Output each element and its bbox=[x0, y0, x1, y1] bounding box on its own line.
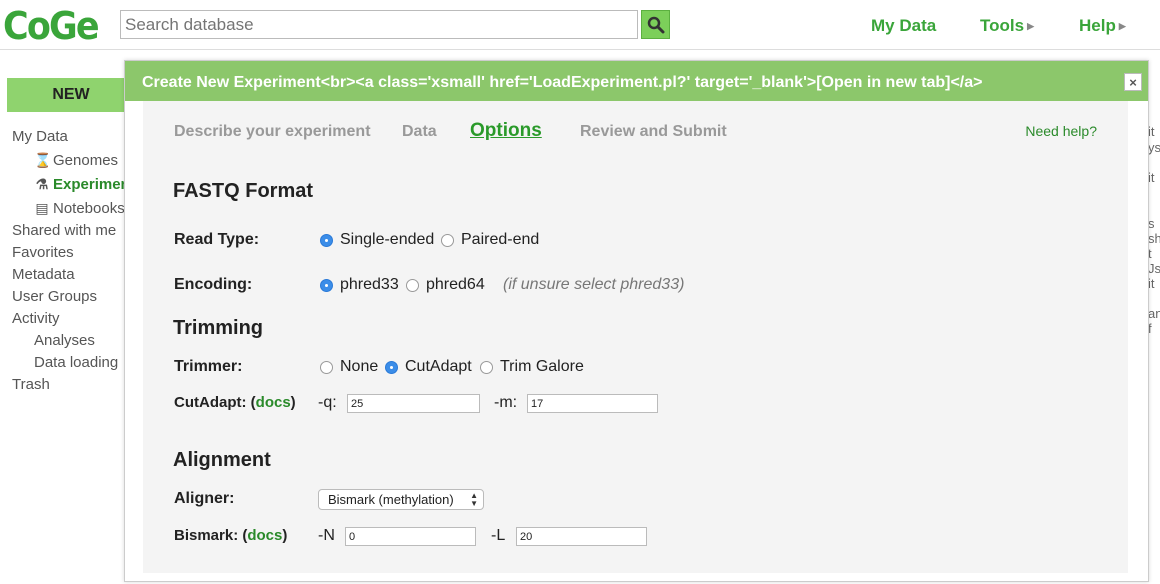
notebook-icon: ▤ bbox=[35, 200, 49, 216]
sidebar-item-notebooks[interactable]: ▤ Notebooks bbox=[34, 200, 124, 217]
paired-end-radio[interactable] bbox=[441, 233, 454, 247]
read-type-label: Read Type: bbox=[174, 231, 260, 248]
q-input[interactable] bbox=[347, 394, 480, 413]
l-input[interactable] bbox=[516, 527, 647, 546]
search-icon bbox=[647, 16, 664, 33]
caret-right-icon: ▶ bbox=[1118, 21, 1126, 31]
aligner-select[interactable]: Bismark (methylation) ▲ ▼ bbox=[318, 489, 484, 510]
phred33-radio[interactable] bbox=[320, 278, 333, 292]
sidebar-item-shared[interactable]: Shared with me bbox=[12, 222, 116, 239]
single-ended-radio[interactable] bbox=[320, 233, 333, 247]
trimmer-none-option[interactable]: None bbox=[320, 358, 378, 376]
alignment-heading: Alignment bbox=[173, 449, 271, 471]
flask-icon: ⚗ bbox=[35, 176, 49, 192]
sidebar-item-data-loading[interactable]: Data loading bbox=[34, 354, 118, 371]
bismark-docs-link[interactable]: docs bbox=[247, 527, 282, 544]
cutadapt-radio[interactable] bbox=[385, 360, 398, 374]
sidebar-item-favorites[interactable]: Favorites bbox=[12, 244, 74, 261]
background-text: Js bbox=[1148, 261, 1160, 276]
m-input[interactable] bbox=[527, 394, 658, 413]
tab-data[interactable]: Data bbox=[402, 123, 437, 141]
encoding-label: Encoding: bbox=[174, 276, 253, 293]
l-label: -L bbox=[491, 527, 506, 544]
encoding-phred33-option[interactable]: phred33 bbox=[320, 276, 399, 294]
need-help-link[interactable]: Need help? bbox=[1025, 123, 1097, 139]
none-radio[interactable] bbox=[320, 360, 333, 374]
sidebar-item-my-data[interactable]: My Data bbox=[12, 128, 68, 145]
encoding-phred64-option[interactable]: phred64 bbox=[406, 276, 485, 294]
sidebar-item-experiments[interactable]: ⚗ Experimen bbox=[34, 176, 130, 193]
q-label: -q: bbox=[318, 394, 337, 411]
caret-right-icon: ▶ bbox=[1027, 21, 1034, 31]
tab-options[interactable]: Options bbox=[470, 120, 542, 142]
m-label: -m: bbox=[494, 394, 518, 411]
aligner-label: Aligner: bbox=[174, 490, 235, 507]
trim-galore-radio[interactable] bbox=[480, 360, 493, 374]
cutadapt-params-label: CutAdapt: (docs) bbox=[174, 394, 296, 411]
nav-my-data[interactable]: My Data bbox=[871, 16, 936, 36]
close-button[interactable]: × bbox=[1124, 73, 1142, 91]
nav-tools[interactable]: Tools ▶ bbox=[980, 16, 1034, 36]
tab-review[interactable]: Review and Submit bbox=[580, 123, 727, 141]
n-input[interactable] bbox=[345, 527, 476, 546]
bismark-params-label: Bismark: (docs) bbox=[174, 527, 288, 544]
sidebar-item-metadata[interactable]: Metadata bbox=[12, 266, 75, 283]
tab-describe[interactable]: Describe your experiment bbox=[174, 123, 371, 141]
sidebar-item-analyses[interactable]: Analyses bbox=[34, 332, 95, 349]
phred64-radio[interactable] bbox=[406, 278, 419, 292]
cutadapt-docs-link[interactable]: docs bbox=[256, 394, 291, 411]
n-label: -N bbox=[318, 527, 335, 544]
search-button[interactable] bbox=[641, 10, 670, 39]
background-text: an bbox=[1148, 306, 1160, 321]
background-text: ys bbox=[1148, 140, 1160, 155]
sidebar-item-genomes[interactable]: ⌛ Genomes bbox=[34, 152, 118, 169]
read-type-paired-option[interactable]: Paired-end bbox=[441, 231, 539, 249]
sidebar-item-activity[interactable]: Activity bbox=[12, 310, 60, 327]
fastq-heading: FASTQ Format bbox=[173, 180, 314, 202]
read-type-single-option[interactable]: Single-ended bbox=[320, 231, 434, 249]
trimming-heading: Trimming bbox=[173, 317, 264, 339]
trimmer-label: Trimmer: bbox=[174, 358, 243, 375]
select-arrows-icon: ▲ ▼ bbox=[470, 491, 478, 508]
background-text: sh bbox=[1148, 231, 1160, 246]
sidebar-item-trash[interactable]: Trash bbox=[12, 376, 50, 393]
dialog-title: Create New Experiment<br><a class='xsmal… bbox=[125, 61, 1148, 101]
nav-help[interactable]: Help ▶ bbox=[1079, 16, 1126, 36]
close-icon: × bbox=[1129, 74, 1137, 90]
top-header: CoGe My Data Tools▶ Help▶ bbox=[0, 0, 1160, 50]
dialog-content: Describe your experiment Data Options Re… bbox=[143, 101, 1128, 573]
new-button[interactable]: NEW bbox=[7, 78, 135, 112]
trimmer-cutadapt-option[interactable]: CutAdapt bbox=[385, 358, 472, 376]
coge-logo[interactable]: CoGe bbox=[3, 4, 100, 48]
encoding-hint: (if unsure select phred33) bbox=[503, 276, 685, 293]
sidebar-item-user-groups[interactable]: User Groups bbox=[12, 288, 97, 305]
trimmer-trim-galore-option[interactable]: Trim Galore bbox=[480, 358, 584, 376]
dna-icon: ⌛ bbox=[34, 152, 52, 168]
create-experiment-dialog: Create New Experiment<br><a class='xsmal… bbox=[124, 60, 1149, 582]
search-input[interactable] bbox=[120, 10, 638, 39]
